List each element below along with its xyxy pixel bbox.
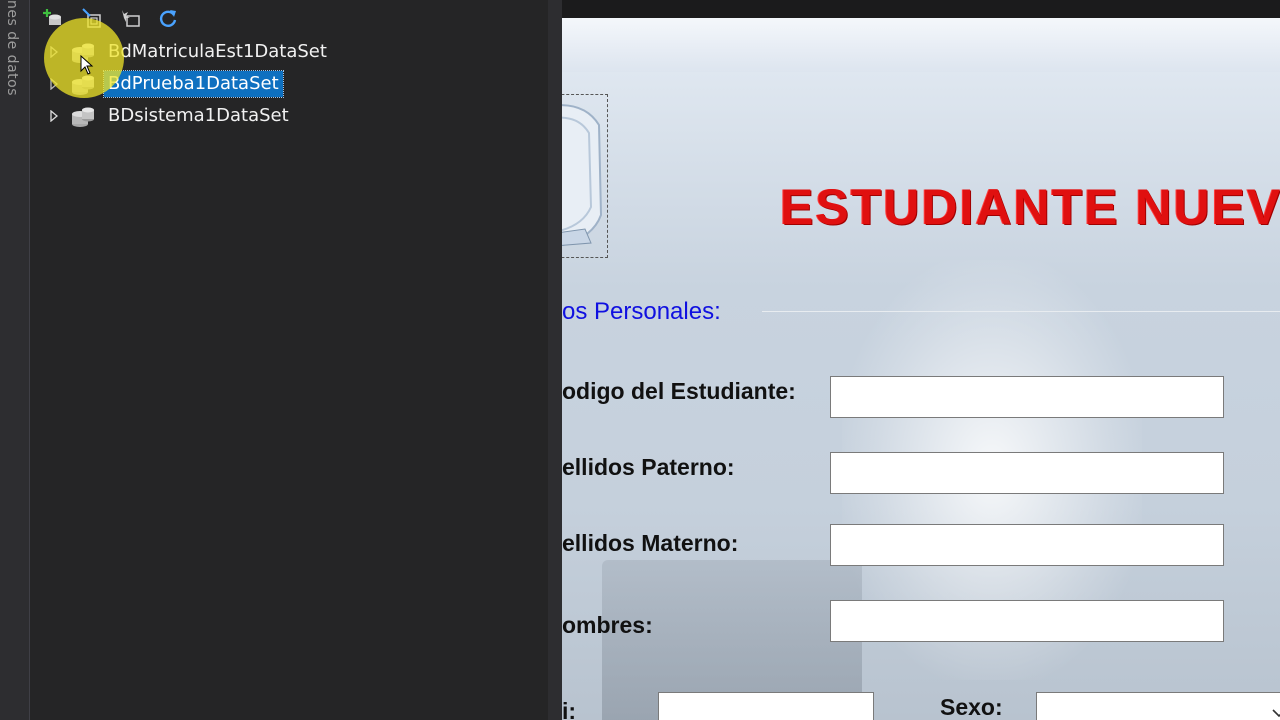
tree-item-bdsistema[interactable]: BDsistema1DataSet xyxy=(30,100,548,132)
codigo-label: odigo del Estudiante: xyxy=(562,378,796,404)
refresh-icon xyxy=(159,10,177,27)
chevron-down-icon xyxy=(1272,709,1280,718)
sexo-combobox[interactable] xyxy=(1036,692,1280,720)
section-title: os Personales: xyxy=(562,298,721,325)
configure-wizard-icon xyxy=(122,10,140,27)
designer-top-strip xyxy=(562,0,1280,18)
mouse-cursor-icon xyxy=(80,55,94,75)
apellido-paterno-label: ellidos Paterno: xyxy=(562,454,735,480)
tree-item-label[interactable]: BdMatriculaEst1DataSet xyxy=(104,39,331,65)
nombres-label: ombres: xyxy=(562,612,653,638)
apellido-materno-input[interactable] xyxy=(830,524,1224,566)
dataset-icon xyxy=(72,107,94,127)
sexo-label: Sexo: xyxy=(940,694,1003,720)
form-titlebar xyxy=(562,18,1280,72)
tree-item-label-selected[interactable]: BdPrueba1DataSet xyxy=(103,70,284,98)
logo-picturebox[interactable] xyxy=(562,94,608,258)
panel-splitter[interactable] xyxy=(548,0,562,720)
school-crest-icon xyxy=(562,104,603,246)
section-divider xyxy=(762,311,1280,312)
data-sources-panel: BdMatriculaEst1DataSet BdPrueba1DataSet … xyxy=(30,0,548,720)
codigo-input[interactable] xyxy=(830,376,1224,418)
side-tab-label: nes de datos xyxy=(4,0,20,96)
data-sources-side-tab[interactable]: nes de datos xyxy=(0,0,30,720)
tree-item-label[interactable]: BDsistema1DataSet xyxy=(104,103,293,129)
expand-arrow-icon[interactable] xyxy=(48,110,60,122)
partial-input[interactable] xyxy=(658,692,874,720)
refresh-button[interactable] xyxy=(156,6,180,30)
partial-field-label: i: xyxy=(562,698,577,720)
form-heading: ESTUDIANTE NUEVO xyxy=(780,179,1280,235)
apellido-paterno-input[interactable] xyxy=(830,452,1224,494)
apellido-materno-label: ellidos Materno: xyxy=(562,530,739,556)
form-designer-surface: ESTUDIANTE NUEVO os Personales: odigo de… xyxy=(562,0,1280,720)
nombres-input[interactable] xyxy=(830,600,1224,642)
configure-dataset-button[interactable] xyxy=(118,6,142,30)
